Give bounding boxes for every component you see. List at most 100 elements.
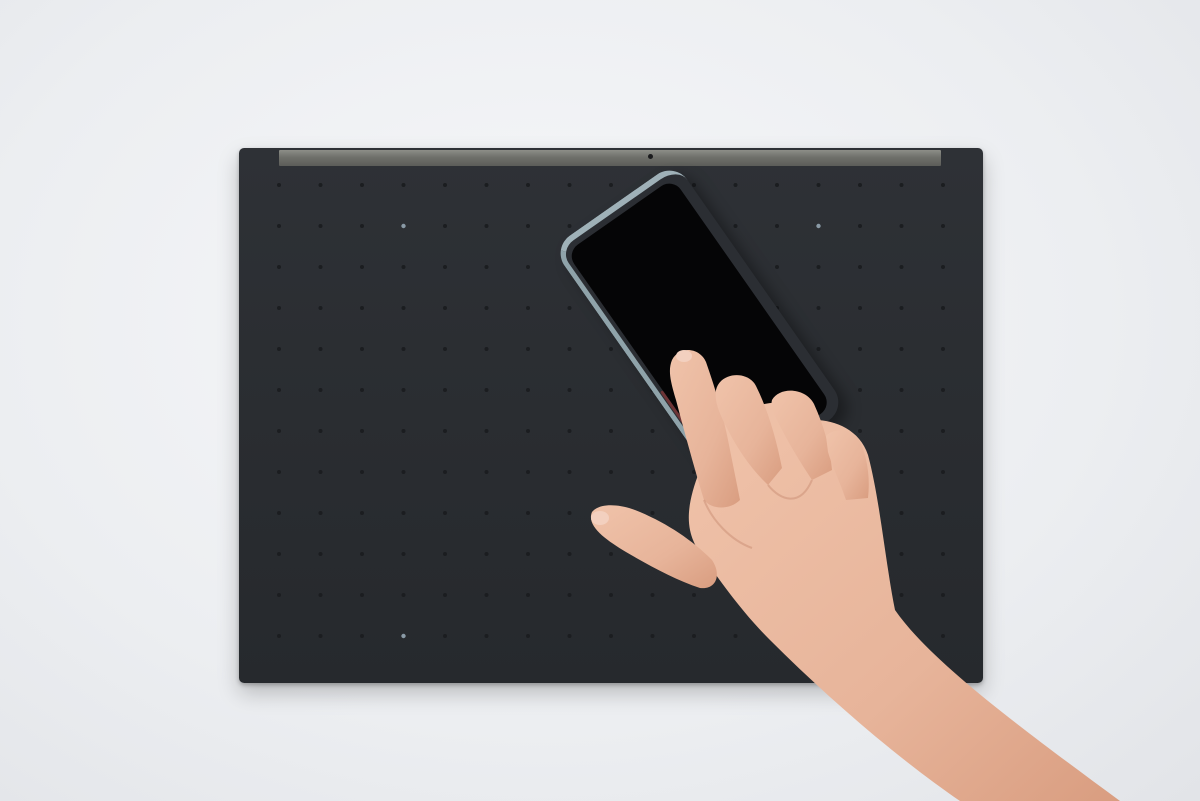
- board-dot: [816, 593, 821, 597]
- board-dot: [360, 593, 364, 597]
- board-dot: [443, 306, 447, 310]
- product-scene: [0, 0, 1200, 801]
- board-indicator-dot: [816, 223, 821, 229]
- board-dot: [526, 511, 530, 515]
- board-dot: [816, 511, 821, 515]
- board-dot: [567, 388, 572, 392]
- board-dot: [360, 224, 364, 228]
- board-dot: [609, 470, 613, 474]
- board-dot: [484, 388, 489, 392]
- board-dot: [941, 511, 945, 515]
- board-dot: [899, 634, 904, 638]
- board-dot: [277, 388, 281, 392]
- board-dot: [775, 511, 779, 515]
- board-dot: [443, 347, 447, 351]
- board-dot: [858, 511, 862, 515]
- board-dot: [858, 306, 862, 310]
- board-dot: [899, 347, 904, 351]
- board-dot: [401, 552, 406, 556]
- board-dot: [484, 429, 489, 433]
- board-dot: [858, 183, 862, 187]
- board-dot: [609, 634, 613, 638]
- board-dot: [775, 265, 779, 269]
- board-dot: [650, 634, 655, 638]
- board-dot: [816, 306, 821, 310]
- board-dot: [318, 306, 323, 310]
- board-dot: [899, 429, 904, 433]
- board-dot: [443, 470, 447, 474]
- board-dot: [899, 224, 904, 228]
- board-dot: [692, 511, 696, 515]
- board-dot: [318, 552, 323, 556]
- board-dot: [650, 470, 655, 474]
- board-dot: [401, 347, 406, 351]
- board-dot: [484, 634, 489, 638]
- board-dot: [526, 429, 530, 433]
- board-dot: [360, 306, 364, 310]
- board-dot: [816, 183, 821, 187]
- board-dot: [858, 347, 862, 351]
- board-dot: [443, 388, 447, 392]
- board-dot: [650, 593, 655, 597]
- board-top-rail: [279, 150, 941, 166]
- board-dot: [609, 552, 613, 556]
- board-dot: [899, 552, 904, 556]
- board-dot: [775, 470, 779, 474]
- board-dot: [318, 634, 323, 638]
- board-dot: [318, 183, 323, 187]
- board-dot: [775, 593, 779, 597]
- board-dot: [443, 224, 447, 228]
- board-dot: [941, 634, 945, 638]
- board-dot: [899, 306, 904, 310]
- board-dot: [858, 429, 862, 433]
- board-dot: [816, 634, 821, 638]
- board-dot: [401, 511, 406, 515]
- board-dot: [899, 593, 904, 597]
- board-dot: [692, 470, 696, 474]
- board-dot: [484, 224, 489, 228]
- board-dot: [941, 224, 945, 228]
- board-dot: [443, 429, 447, 433]
- board-dot: [484, 552, 489, 556]
- board-dot: [443, 552, 447, 556]
- board-dot: [609, 593, 613, 597]
- board-dot: [941, 470, 945, 474]
- board-dot: [567, 470, 572, 474]
- board-dot: [526, 470, 530, 474]
- board-dot: [484, 183, 489, 187]
- board-dot: [775, 183, 779, 187]
- board-dot: [941, 265, 945, 269]
- board-dot: [360, 634, 364, 638]
- board-dot: [401, 388, 406, 392]
- board-dot: [277, 183, 281, 187]
- board-dot: [277, 552, 281, 556]
- board-dot: [484, 265, 489, 269]
- board-dot: [941, 593, 945, 597]
- board-dot: [277, 224, 281, 228]
- board-dot: [941, 183, 945, 187]
- board-dot: [277, 265, 281, 269]
- board-dot: [484, 347, 489, 351]
- board-dot: [401, 306, 406, 310]
- board-dot: [567, 511, 572, 515]
- board-dot: [360, 511, 364, 515]
- board-dot: [816, 470, 821, 474]
- board-dot: [941, 347, 945, 351]
- board-dot: [526, 552, 530, 556]
- board-dot: [609, 388, 613, 392]
- board-dot: [443, 593, 447, 597]
- board-dot: [567, 224, 572, 228]
- board-dot: [733, 511, 738, 515]
- board-dot: [858, 265, 862, 269]
- board-dot: [609, 347, 613, 351]
- board-dot: [567, 552, 572, 556]
- board-indicator-dot: [401, 223, 406, 229]
- board-dot: [692, 593, 696, 597]
- board-dot: [733, 634, 738, 638]
- board-dot: [318, 429, 323, 433]
- board-dot: [318, 470, 323, 474]
- board-dot: [360, 265, 364, 269]
- board-dot: [816, 429, 821, 433]
- board-dot: [775, 224, 779, 228]
- board-dot: [360, 470, 364, 474]
